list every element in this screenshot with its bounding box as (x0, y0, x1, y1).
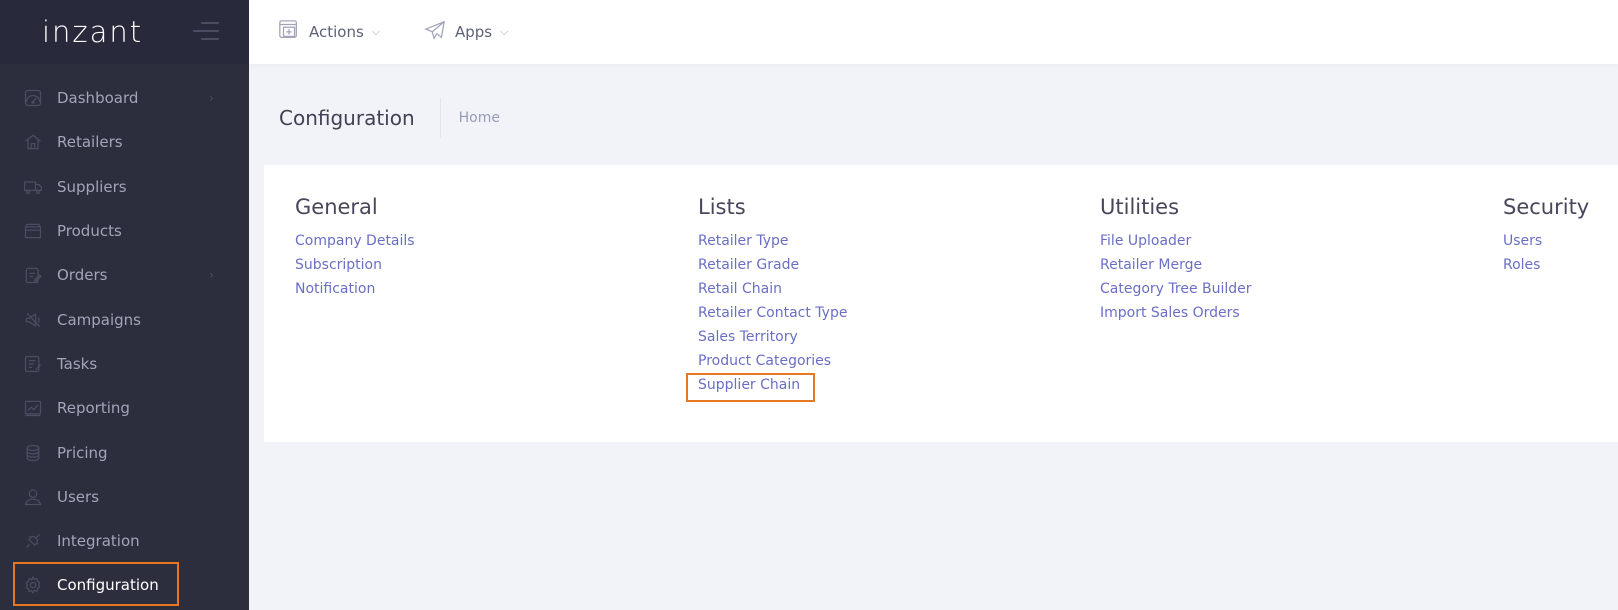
add-square-icon (278, 19, 300, 45)
checklist-icon (22, 353, 44, 375)
link-retailer-type[interactable]: Retailer Type (698, 229, 847, 253)
truck-icon (22, 176, 44, 198)
sidebar-item-dashboard[interactable]: Dashboard › (0, 76, 249, 120)
sidebar-item-label: Products (57, 222, 122, 241)
link-sales-territory[interactable]: Sales Territory (698, 325, 847, 349)
sidebar-menu: Dashboard › Retailers Suppliers Products (0, 76, 249, 608)
section-lists: Lists Retailer Type Retailer Grade Retai… (698, 195, 847, 397)
sidebar-item-label: Campaigns (57, 310, 142, 329)
section-title: Lists (698, 195, 746, 219)
link-retailer-merge[interactable]: Retailer Merge (1100, 253, 1252, 277)
section-general: General Company Details Subscription Not… (295, 195, 415, 301)
section-utilities: Utilities File Uploader Retailer Merge C… (1100, 195, 1252, 325)
sidebar-item-tasks[interactable]: Tasks (0, 342, 249, 386)
chevron-right-icon: › (209, 268, 214, 283)
coins-icon (22, 442, 44, 464)
apps-label: Apps (455, 23, 493, 41)
configuration-card: General Company Details Subscription Not… (264, 165, 1618, 442)
link-notification[interactable]: Notification (295, 277, 415, 301)
plug-icon (22, 530, 44, 552)
link-retail-chain[interactable]: Retail Chain (698, 277, 847, 301)
sidebar-item-label: Integration (57, 532, 140, 551)
chevron-right-icon: › (209, 91, 214, 106)
link-category-tree-builder[interactable]: Category Tree Builder (1100, 277, 1252, 301)
sidebar-item-label: Pricing (57, 443, 108, 462)
sidebar-item-retailers[interactable]: Retailers (0, 120, 249, 164)
sidebar-item-label: Suppliers (57, 177, 127, 196)
sidebar-item-users[interactable]: Users (0, 475, 249, 519)
link-supplier-chain[interactable]: Supplier Chain (698, 373, 847, 397)
link-import-sales-orders[interactable]: Import Sales Orders (1100, 301, 1252, 325)
page-title: Configuration (279, 106, 415, 130)
sidebar: inzant Dashboard › Retailers Suppliers P… (0, 0, 249, 610)
section-title: General (295, 195, 378, 219)
sidebar-item-configuration[interactable]: Configuration (0, 563, 249, 607)
megaphone-icon (22, 309, 44, 331)
sidebar-item-products[interactable]: Products (0, 209, 249, 253)
link-subscription[interactable]: Subscription (295, 253, 415, 277)
subheader: Configuration Home (279, 98, 500, 138)
sidebar-item-integration[interactable]: Integration (0, 519, 249, 563)
sidebar-item-label: Dashboard (57, 89, 139, 108)
link-company-details[interactable]: Company Details (295, 229, 415, 253)
sidebar-item-label: Orders (57, 266, 108, 285)
sidebar-item-label: Users (57, 487, 100, 506)
sidebar-item-label: Retailers (57, 133, 123, 152)
sidebar-item-orders[interactable]: Orders › (0, 253, 249, 297)
brand-bar: inzant (0, 0, 249, 64)
link-product-categories[interactable]: Product Categories (698, 349, 847, 373)
link-retailer-grade[interactable]: Retailer Grade (698, 253, 847, 277)
link-file-uploader[interactable]: File Uploader (1100, 229, 1252, 253)
link-retailer-contact-type[interactable]: Retailer Contact Type (698, 301, 847, 325)
chevron-down-icon: ⌵ (371, 25, 381, 38)
home-icon (22, 131, 44, 153)
paper-plane-icon (424, 19, 446, 45)
clipboard-icon (22, 264, 44, 286)
subheader-divider (439, 98, 441, 138)
section-title: Utilities (1100, 195, 1180, 219)
actions-label: Actions (309, 23, 364, 41)
breadcrumb-home[interactable]: Home (459, 110, 500, 126)
sidebar-item-campaigns[interactable]: Campaigns (0, 297, 249, 341)
section-security: Security Users Roles (1503, 195, 1589, 277)
sidebar-item-label: Reporting (57, 399, 130, 418)
chart-icon (22, 397, 44, 419)
dashboard-icon (22, 87, 44, 109)
box-icon (22, 220, 44, 242)
gear-icon (22, 574, 44, 596)
apps-menu[interactable]: Apps ⌵ (424, 0, 508, 64)
sidebar-item-label: Configuration (57, 576, 159, 595)
sidebar-item-label: Tasks (57, 354, 98, 373)
sidebar-item-suppliers[interactable]: Suppliers (0, 165, 249, 209)
sidebar-toggle-icon[interactable] (193, 22, 219, 40)
link-roles[interactable]: Roles (1503, 253, 1589, 277)
chevron-down-icon: ⌵ (500, 25, 509, 38)
users-icon (22, 486, 44, 508)
app-logo[interactable]: inzant (42, 15, 143, 49)
top-header: Actions ⌵ Apps ⌵ (249, 0, 1618, 64)
link-users[interactable]: Users (1503, 229, 1589, 253)
sidebar-item-pricing[interactable]: Pricing (0, 430, 249, 474)
sidebar-item-reporting[interactable]: Reporting (0, 386, 249, 430)
section-title: Security (1503, 195, 1590, 219)
actions-menu[interactable]: Actions ⌵ (278, 0, 380, 64)
